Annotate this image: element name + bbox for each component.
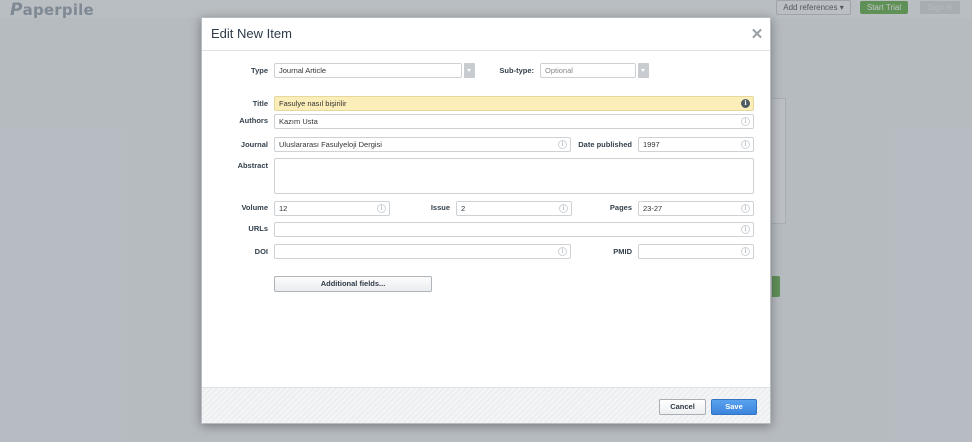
date-published-label: Date published: [578, 140, 632, 149]
dialog-header: Edit New Item ✕: [202, 18, 770, 51]
issue-label: Issue: [430, 203, 450, 212]
abstract-field[interactable]: [274, 158, 754, 194]
journal-field[interactable]: Uluslararası Fasulyeloji Dergisi i: [274, 137, 571, 152]
abstract-label: Abstract: [237, 161, 268, 170]
dialog-footer: Cancel Save: [202, 387, 770, 423]
doi-field[interactable]: i: [274, 244, 571, 259]
info-icon[interactable]: i: [558, 140, 567, 149]
volume-field[interactable]: 12 i: [274, 201, 390, 216]
pages-field[interactable]: 23-27 i: [638, 201, 754, 216]
info-icon[interactable]: i: [741, 140, 750, 149]
urls-field[interactable]: i: [274, 222, 754, 237]
info-icon[interactable]: i: [377, 204, 386, 213]
info-icon[interactable]: i: [558, 247, 567, 256]
save-button[interactable]: Save: [711, 399, 757, 415]
subtype-dropdown-icon[interactable]: [638, 63, 649, 78]
urls-label: URLs: [248, 224, 268, 233]
authors-field[interactable]: Kazım Usta i: [274, 114, 754, 129]
subtype-label: Sub-type:: [499, 66, 534, 75]
additional-fields-button[interactable]: Additional fields...: [274, 276, 432, 292]
type-select[interactable]: Journal Article: [274, 63, 462, 78]
info-icon[interactable]: i: [741, 247, 750, 256]
info-icon[interactable]: i: [741, 99, 750, 108]
title-label: Title: [252, 99, 268, 108]
info-icon[interactable]: i: [741, 225, 750, 234]
volume-label: Volume: [241, 203, 268, 212]
doi-label: DOI: [254, 247, 268, 256]
pages-label: Pages: [609, 203, 632, 212]
dialog-title: Edit New Item: [211, 26, 292, 41]
edit-item-dialog: Edit New Item ✕ Type Journal Article Sub…: [201, 17, 771, 424]
title-field[interactable]: Fasulye nasıl bişirilir i: [274, 96, 754, 111]
date-published-field[interactable]: 1997 i: [638, 137, 754, 152]
pmid-field[interactable]: i: [638, 244, 754, 259]
type-dropdown-icon[interactable]: [464, 63, 475, 78]
type-label: Type: [251, 66, 268, 75]
pmid-label: PMID: [613, 247, 632, 256]
authors-label: Authors: [239, 116, 268, 125]
info-icon[interactable]: i: [741, 117, 750, 126]
info-icon[interactable]: i: [741, 204, 750, 213]
subtype-select[interactable]: Optional: [540, 63, 636, 78]
journal-label: Journal: [240, 140, 268, 149]
info-icon[interactable]: i: [559, 204, 568, 213]
issue-field[interactable]: 2 i: [456, 201, 572, 216]
close-icon[interactable]: ✕: [750, 27, 764, 42]
cancel-button[interactable]: Cancel: [659, 399, 706, 415]
